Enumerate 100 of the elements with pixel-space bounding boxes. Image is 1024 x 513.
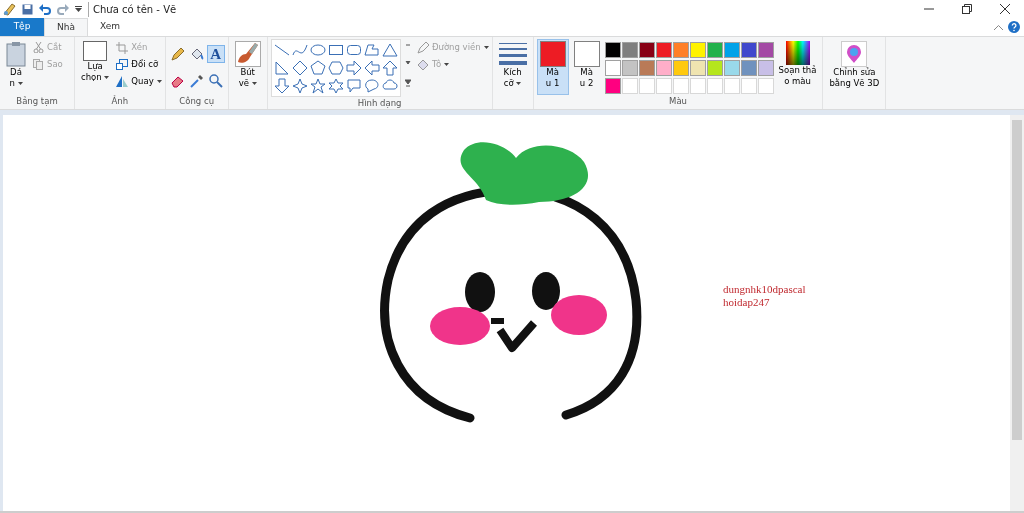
save-icon[interactable] — [22, 3, 33, 15]
hexagon-shape-icon[interactable] — [327, 60, 344, 76]
redo-icon[interactable] — [57, 3, 69, 15]
palette-swatch[interactable] — [604, 42, 621, 58]
up-arrow-shape-icon[interactable] — [381, 60, 398, 76]
caret-icon — [483, 46, 489, 49]
group-label: Ảnh — [110, 95, 130, 108]
palette-swatch[interactable] — [672, 42, 689, 58]
drawing-canvas[interactable]: dungnhk10dpascal hoidap247 — [3, 115, 1010, 511]
palette-swatch[interactable] — [706, 60, 723, 76]
palette-swatch[interactable] — [723, 60, 740, 76]
paint-bucket-icon[interactable] — [189, 47, 204, 61]
color-picker-icon[interactable] — [189, 74, 204, 88]
collapse-ribbon-icon[interactable] — [994, 24, 1003, 30]
clipboard-icon — [6, 41, 26, 67]
crop-icon — [116, 41, 129, 54]
palette-swatch[interactable] — [604, 60, 621, 76]
ribbon-tab[interactable]: Nhà — [44, 18, 88, 36]
magnifier-icon[interactable] — [208, 74, 223, 88]
scrollbar-thumb[interactable] — [1012, 120, 1022, 440]
palette-swatch[interactable] — [638, 42, 655, 58]
palette-swatch[interactable] — [689, 60, 706, 76]
palette-swatch[interactable] — [672, 60, 689, 76]
text-tool-button[interactable]: A — [206, 45, 225, 63]
paintbrush-icon — [234, 41, 261, 67]
palette-swatch[interactable] — [757, 42, 774, 58]
close-icon[interactable] — [1000, 4, 1010, 14]
palette-swatch[interactable] — [740, 42, 757, 58]
curve-shape-icon[interactable] — [291, 42, 308, 58]
color-1-button[interactable]: Mà u 1 — [536, 39, 569, 95]
down-arrow-shape-icon[interactable] — [273, 78, 290, 94]
undo-icon[interactable] — [39, 3, 51, 15]
canvas-text: dungnhk10dpascal — [723, 283, 806, 296]
caret-icon — [251, 82, 257, 85]
palette-swatch[interactable] — [706, 42, 723, 58]
group-label: Hình dạng — [356, 97, 403, 110]
window-title: Chưa có tên - Vẽ — [88, 1, 177, 17]
caret-icon — [516, 82, 522, 85]
rounded-rectangle-shape-icon[interactable] — [345, 42, 362, 58]
line-shape-icon[interactable] — [273, 42, 290, 58]
color-2-button[interactable]: Mà u 2 — [570, 39, 603, 95]
palette-swatch[interactable] — [621, 60, 638, 76]
select-button[interactable]: Lựa chọn — [78, 39, 113, 95]
polygon-shape-icon[interactable] — [363, 42, 380, 58]
pentagon-shape-icon[interactable] — [309, 60, 326, 76]
four-point-star-shape-icon[interactable] — [291, 78, 308, 94]
canvas-text: hoidap247 — [723, 296, 771, 309]
resize-icon — [116, 58, 129, 71]
palette-swatch[interactable] — [757, 60, 774, 76]
rotate-button[interactable]: Quay — [116, 73, 162, 90]
palette-swatch[interactable] — [723, 42, 740, 58]
restore-icon[interactable] — [962, 4, 972, 14]
size-button[interactable]: Kích cỡ — [495, 39, 530, 95]
palette-swatch[interactable] — [621, 42, 638, 58]
caret-icon — [156, 80, 162, 83]
caret-icon — [104, 76, 110, 79]
six-point-star-shape-icon[interactable] — [327, 78, 344, 94]
paste-button[interactable]: Dá n — [3, 39, 29, 95]
triangle-shape-icon[interactable] — [381, 42, 398, 58]
vertical-scrollbar[interactable] — [1010, 115, 1024, 511]
paint-app-icon — [2, 2, 16, 16]
right-arrow-shape-icon[interactable] — [345, 60, 362, 76]
help-icon[interactable] — [1007, 21, 1020, 33]
color-spectrum-icon — [785, 41, 810, 65]
paint-3d-button[interactable]: Chỉnh sửa bằng Vẽ 3D — [826, 39, 883, 95]
rectangle-shape-icon[interactable] — [327, 42, 344, 58]
caret-icon — [444, 63, 450, 66]
eraser-icon[interactable] — [170, 74, 185, 88]
paint-3d-icon — [841, 41, 868, 67]
pencil-icon[interactable] — [170, 47, 185, 61]
customize-dropdown-icon[interactable] — [75, 6, 82, 12]
copy-icon — [33, 59, 44, 70]
palette-swatch[interactable] — [638, 60, 655, 76]
edit-colors-button[interactable]: Soạn thả o màu — [775, 39, 820, 95]
palette-swatch[interactable] — [655, 60, 672, 76]
fill-bucket-icon — [416, 58, 429, 71]
oval-callout-shape-icon[interactable] — [363, 78, 380, 94]
group-label: Màu — [668, 95, 688, 108]
palette-swatch[interactable] — [740, 60, 757, 76]
caret-icon — [17, 82, 23, 85]
palette-swatch[interactable] — [689, 42, 706, 58]
rounded-callout-shape-icon[interactable] — [345, 78, 362, 94]
ribbon-tab[interactable]: Xem — [87, 18, 133, 36]
group-label: Công cụ — [178, 95, 216, 108]
oval-shape-icon[interactable] — [309, 42, 326, 58]
rotate-icon — [116, 75, 129, 88]
palette-swatch[interactable] — [655, 42, 672, 58]
resize-button[interactable]: Đổi cỡ — [116, 56, 162, 73]
brush-outline-icon — [416, 41, 429, 54]
brushes-button[interactable]: Bút vẽ — [231, 39, 264, 95]
group-label: Bảng tạm — [15, 95, 59, 108]
selection-rectangle-icon — [83, 41, 108, 61]
right-triangle-shape-icon[interactable] — [273, 60, 290, 76]
palette-swatch[interactable] — [604, 78, 621, 94]
line-width-icon — [498, 41, 527, 67]
five-point-star-shape-icon[interactable] — [309, 78, 326, 94]
diamond-shape-icon[interactable] — [291, 60, 308, 76]
scissors-icon — [33, 42, 44, 53]
ribbon-tab[interactable]: Tệp — [0, 18, 44, 36]
left-arrow-shape-icon[interactable] — [363, 60, 380, 76]
